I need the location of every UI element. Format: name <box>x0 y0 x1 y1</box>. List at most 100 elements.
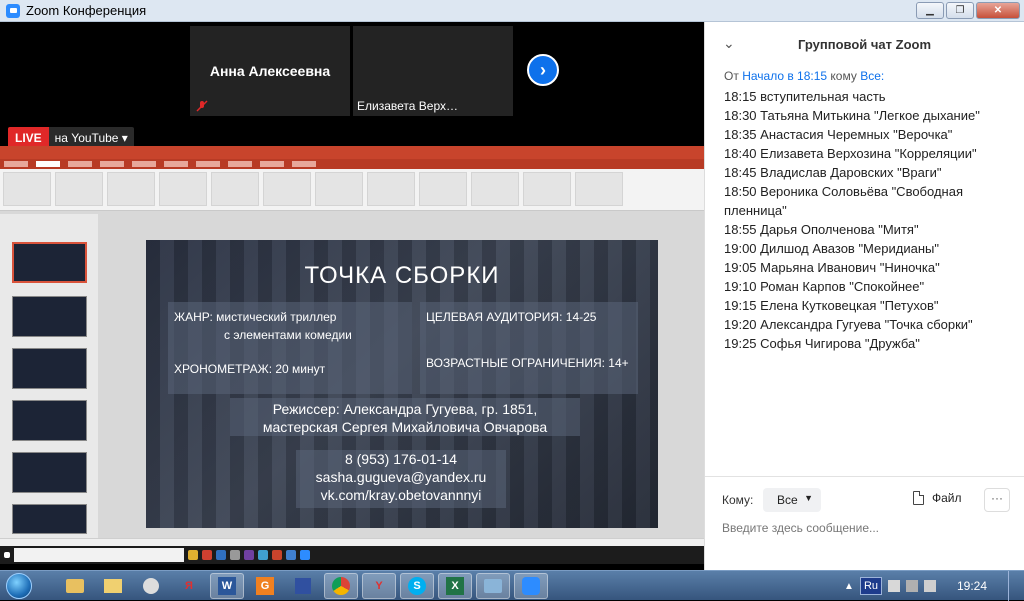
chat-message: 18:40 Елизавета Верхозина "Корреляции" <box>724 146 977 161</box>
participant-tile[interactable]: Анна Алексеевна <box>190 26 350 116</box>
window-title: Zoom Конференция <box>26 3 147 18</box>
slide-audience-box: ЦЕЛЕВАЯ АУДИТОРИЯ: 14-25 ВОЗРАСТНЫЕ ОГРА… <box>420 302 638 394</box>
slide-genre-2: с элементами комедии <box>224 328 352 342</box>
next-page-arrow-icon[interactable]: › <box>527 54 559 86</box>
shared-screen-powerpoint: ТОЧКА СБОРКИ ЖАНР: мистический триллер с… <box>0 146 704 546</box>
volume-icon[interactable] <box>924 580 936 592</box>
current-slide: ТОЧКА СБОРКИ ЖАНР: мистический триллер с… <box>146 240 658 528</box>
taskbar-chrome-icon[interactable] <box>324 572 358 599</box>
slide-thumbnail <box>12 452 87 493</box>
chat-title: Групповой чат Zoom <box>797 36 932 52</box>
taskbar-excel-icon[interactable]: X <box>438 572 472 599</box>
close-button[interactable]: ✕ <box>976 2 1020 19</box>
flag-icon[interactable] <box>888 580 900 592</box>
to-label: Кому: <box>722 493 754 507</box>
taskbar-skype-icon[interactable]: S <box>400 572 434 599</box>
taskbar-app-icon[interactable]: G <box>248 573 282 599</box>
chat-divider <box>705 476 1024 477</box>
zoom-window: Zoom Конференция ▁ ❐ ✕ Анна Алексеевна Е… <box>0 0 1024 570</box>
taskbar-yandex-browser-icon[interactable]: Я <box>172 573 206 599</box>
collapse-chevron-icon[interactable]: ⌄ <box>723 35 735 52</box>
file-icon <box>913 491 924 505</box>
more-options-button[interactable]: ··· <box>984 488 1010 512</box>
taskbar-explorer-icon[interactable] <box>58 573 92 599</box>
slide-email: sasha.gugueva@yandex.ru <box>315 469 487 485</box>
to-word: кому <box>830 69 857 83</box>
slide-genre-box: ЖАНР: мистический триллер с элементами к… <box>168 302 412 394</box>
chat-message: 18:50 Вероника Соловьёва "Свободная плен… <box>724 184 963 218</box>
ppt-status-bar <box>0 538 704 546</box>
chat-sender-line: От Начало в 18:15 кому Все: <box>724 69 884 83</box>
recipient-select[interactable]: Все ▼ <box>763 488 821 512</box>
shared-windows-taskbar <box>0 546 704 564</box>
windows-taskbar: Я W G Y S X ▲ Ru 19:24 <box>0 570 1024 601</box>
taskbar-save-icon[interactable] <box>286 573 320 599</box>
shared-search-box <box>14 548 184 562</box>
file-label: Файл <box>932 491 962 505</box>
slide-genre: ЖАНР: мистический триллер <box>174 310 337 324</box>
slide-thumbnails <box>0 214 98 538</box>
message-input[interactable]: Введите здесь сообщение... <box>722 521 879 535</box>
chat-message: 19:20 Александра Гугуева "Точка сборки" <box>724 317 973 332</box>
show-desktop-button[interactable] <box>1008 571 1018 601</box>
slide-title: ТОЧКА СБОРКИ <box>304 262 500 289</box>
power-icon[interactable] <box>906 580 918 592</box>
minimize-button[interactable]: ▁ <box>916 2 944 19</box>
chat-header: ⌄ Групповой чат Zoom <box>705 22 1024 66</box>
slide-duration: ХРОНОМЕТРАЖ: 20 минут <box>174 362 326 376</box>
participant-tile[interactable]: Елизавета Верх… <box>353 26 513 116</box>
live-target-label: на YouTube <box>54 131 119 145</box>
slide-workshop: мастерская Сергея Михайловича Овчарова <box>262 419 548 435</box>
participant-name: Елизавета Верх… <box>357 99 458 113</box>
tray-arrow-icon[interactable]: ▲ <box>844 581 854 592</box>
ppt-ribbon <box>0 169 704 211</box>
taskbar-word-icon[interactable]: W <box>210 572 244 599</box>
slide-thumbnail <box>12 400 87 441</box>
start-button[interactable] <box>0 571 38 601</box>
chat-panel: ⌄ Групповой чат Zoom От Начало в 18:15 к… <box>704 22 1024 570</box>
chat-message: 19:05 Марьяна Иванович "Ниночка" <box>724 260 940 275</box>
taskbar-network-icon[interactable] <box>476 572 510 599</box>
slide-audience: ЦЕЛЕВАЯ АУДИТОРИЯ: 14-25 <box>426 310 597 324</box>
participant-name: Анна Алексеевна <box>209 63 331 79</box>
chat-message: 18:30 Татьяна Митькина "Легкое дыхание" <box>724 108 980 123</box>
taskbar-zoom-icon[interactable] <box>514 572 548 599</box>
slide-age: ВОЗРАСТНЫЕ ОГРАНИЧЕНИЯ: 14+ <box>426 356 629 370</box>
chat-message: 19:10 Роман Карпов "Спокойнее" <box>724 279 925 294</box>
taskbar-folder-icon[interactable] <box>96 573 130 599</box>
recipient-value: Все <box>777 493 798 507</box>
chat-messages: 18:15 вступительная часть 18:30 Татьяна … <box>724 87 1014 353</box>
file-button[interactable]: Файл <box>913 491 962 505</box>
taskbar-media-icon[interactable] <box>134 573 168 599</box>
maximize-button[interactable]: ❐ <box>946 2 974 19</box>
chat-message: 18:35 Анастасия Черемных "Верочка" <box>724 127 953 142</box>
taskbar-yandex-icon[interactable]: Y <box>362 572 396 599</box>
slide-thumbnail <box>12 348 87 389</box>
video-area: Анна Алексеевна Елизавета Верх… › LIVE н… <box>0 22 704 570</box>
windows-orb-icon <box>6 572 32 599</box>
system-tray: ▲ Ru 19:24 <box>844 571 1024 601</box>
slide-director-box: Режиссер: Александра Гугуева, гр. 1851, … <box>230 398 580 436</box>
ppt-ribbon-tabs <box>0 159 704 169</box>
language-indicator[interactable]: Ru <box>859 577 882 595</box>
recipient-name[interactable]: Все: <box>860 69 884 83</box>
chat-message: 19:00 Дилшод Авазов "Меридианы" <box>724 241 939 256</box>
ppt-title-bar <box>0 146 704 159</box>
zoom-logo-icon <box>6 3 20 18</box>
slide-director: Режиссер: Александра Гугуева, гр. 1851, <box>272 401 538 417</box>
slide-vk: vk.com/kray.obetovannnyi <box>320 487 482 503</box>
sender-name[interactable]: Начало в 18:15 <box>742 69 827 83</box>
chevron-down-icon: ▼ <box>804 493 813 503</box>
muted-mic-icon <box>196 100 208 112</box>
clock[interactable]: 19:24 <box>942 579 1002 593</box>
slide-phone: 8 (953) 176-01-14 <box>344 451 458 467</box>
chat-message: 19:25 Софья Чигирова "Дружба" <box>724 336 920 351</box>
from-prefix: От <box>724 69 739 83</box>
chat-message: 18:45 Владислав Даровских "Враги" <box>724 165 942 180</box>
chat-message: 18:15 вступительная часть <box>724 89 886 104</box>
slide-thumbnail <box>12 296 87 337</box>
title-bar: Zoom Конференция ▁ ❐ ✕ <box>0 0 1024 22</box>
slide-contacts-box: 8 (953) 176-01-14 sasha.gugueva@yandex.r… <box>296 450 506 508</box>
chat-message: 19:15 Елена Кутковецкая "Петухов" <box>724 298 939 313</box>
chat-message: 18:55 Дарья Ополченова "Митя" <box>724 222 919 237</box>
